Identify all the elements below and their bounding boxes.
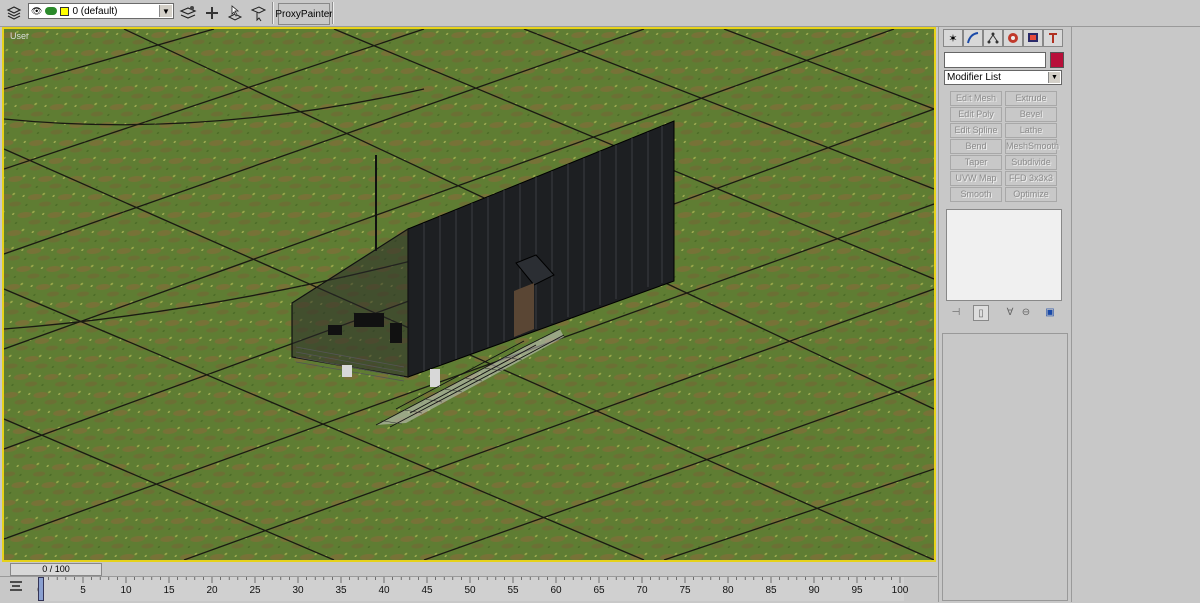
add-layer-icon[interactable]: [202, 3, 222, 23]
tick-label: 10: [120, 585, 132, 596]
layer-value: 0 (default): [72, 5, 118, 17]
track-bar-row: 0510152025303540455055606570758085909510…: [0, 576, 937, 603]
pin-stack-icon[interactable]: ⊣: [949, 305, 963, 319]
modifier-button[interactable]: Edit Poly: [950, 107, 1002, 122]
toolbar-separator: [272, 2, 274, 24]
mini-curve-editor-icon[interactable]: [8, 579, 24, 593]
set-current-icon[interactable]: [248, 3, 268, 23]
tick-label: 65: [593, 585, 605, 596]
tick-label: 45: [421, 585, 433, 596]
tick-label: 60: [550, 585, 562, 596]
pier-right: [430, 369, 440, 387]
track-bar[interactable]: 0510152025303540455055606570758085909510…: [37, 577, 908, 601]
tick-label: 70: [636, 585, 648, 596]
utilities-icon[interactable]: [1043, 29, 1063, 47]
layer-dropdown[interactable]: 👁 0 (default) ▼: [28, 3, 174, 19]
tick-label: 95: [851, 585, 863, 596]
motion-icon[interactable]: [1003, 29, 1023, 47]
tick-label: 30: [292, 585, 304, 596]
freeze-icon[interactable]: [45, 7, 58, 15]
time-slider[interactable]: 0 / 100: [10, 563, 102, 576]
proxy-painter-button[interactable]: ProxyPainter: [275, 3, 333, 25]
eye-icon[interactable]: 👁: [31, 6, 42, 17]
time-slider-row: 0 / 100: [0, 563, 937, 576]
layers-icon[interactable]: [4, 3, 24, 23]
perspective-viewport[interactable]: User: [2, 27, 936, 562]
modifier-button[interactable]: Subdivide: [1005, 155, 1057, 170]
modifier-button[interactable]: Bend: [950, 139, 1002, 154]
modifier-list-dropdown[interactable]: Modifier List ▼: [944, 70, 1062, 85]
remove-modifier-icon[interactable]: ⊖: [1019, 305, 1033, 319]
modifier-button[interactable]: MeshSmooth: [1005, 139, 1059, 154]
configure-modifier-sets-icon[interactable]: ▣: [1043, 305, 1057, 319]
tick-label: 90: [808, 585, 820, 596]
object-name-field[interactable]: [944, 52, 1046, 68]
tick-label: 5: [80, 585, 86, 596]
modify-icon[interactable]: [963, 29, 983, 47]
modifier-button[interactable]: Edit Spline: [950, 123, 1002, 138]
chevron-down-icon[interactable]: ▼: [159, 5, 172, 17]
hierarchy-icon[interactable]: [983, 29, 1003, 47]
layer-settings-icon[interactable]: [178, 3, 198, 23]
chevron-down-icon[interactable]: ▼: [1048, 72, 1060, 83]
frame-indicator[interactable]: [38, 577, 44, 601]
modifier-button[interactable]: Extrude: [1005, 91, 1057, 106]
parameters-rollout: [942, 333, 1068, 601]
create-icon[interactable]: ✶: [943, 29, 963, 47]
track-ticks: [39, 577, 901, 583]
modifier-stack[interactable]: [946, 209, 1062, 301]
main-toolbar: 👁 0 (default) ▼ ProxyPainter: [0, 0, 1200, 27]
tick-label: 55: [507, 585, 519, 596]
modifier-button[interactable]: Smooth: [950, 187, 1002, 202]
modifier-list-label: Modifier List: [947, 72, 1001, 83]
box-icon[interactable]: [60, 6, 70, 16]
make-unique-icon[interactable]: ∀: [1003, 305, 1017, 319]
select-layer-icon[interactable]: [225, 3, 245, 23]
modifier-button[interactable]: Bevel: [1005, 107, 1057, 122]
display-icon[interactable]: [1023, 29, 1043, 47]
modifier-button[interactable]: Edit Mesh: [950, 91, 1002, 106]
tick-label: 40: [378, 585, 390, 596]
modifier-button[interactable]: FFD 3x3x3: [1005, 171, 1057, 186]
tick-label: 25: [249, 585, 261, 596]
tick-label: 35: [335, 585, 347, 596]
tick-label: 75: [679, 585, 691, 596]
tick-label: 15: [163, 585, 175, 596]
toolbar-separator: [332, 2, 334, 24]
modifier-button[interactable]: Optimize: [1005, 187, 1057, 202]
tick-label: 20: [206, 585, 218, 596]
pier-left: [342, 365, 352, 377]
side-panel: [1071, 27, 1200, 602]
show-end-result-icon[interactable]: ▯: [973, 305, 989, 321]
tick-label: 100: [891, 585, 909, 596]
tick-label: 85: [765, 585, 777, 596]
viewport-label[interactable]: User: [10, 31, 29, 41]
tick-label: 50: [464, 585, 476, 596]
object-color-swatch[interactable]: [1050, 52, 1064, 68]
viewport-scene: [4, 29, 934, 560]
modifier-button[interactable]: Taper: [950, 155, 1002, 170]
front-door: [514, 283, 534, 337]
command-panel: ✶ Modifier List ▼ Edit Mesh Extrude Edit…: [938, 27, 1071, 602]
modifier-button[interactable]: Lathe: [1005, 123, 1057, 138]
tick-label: 80: [722, 585, 734, 596]
modifier-button[interactable]: UVW Map: [950, 171, 1002, 186]
